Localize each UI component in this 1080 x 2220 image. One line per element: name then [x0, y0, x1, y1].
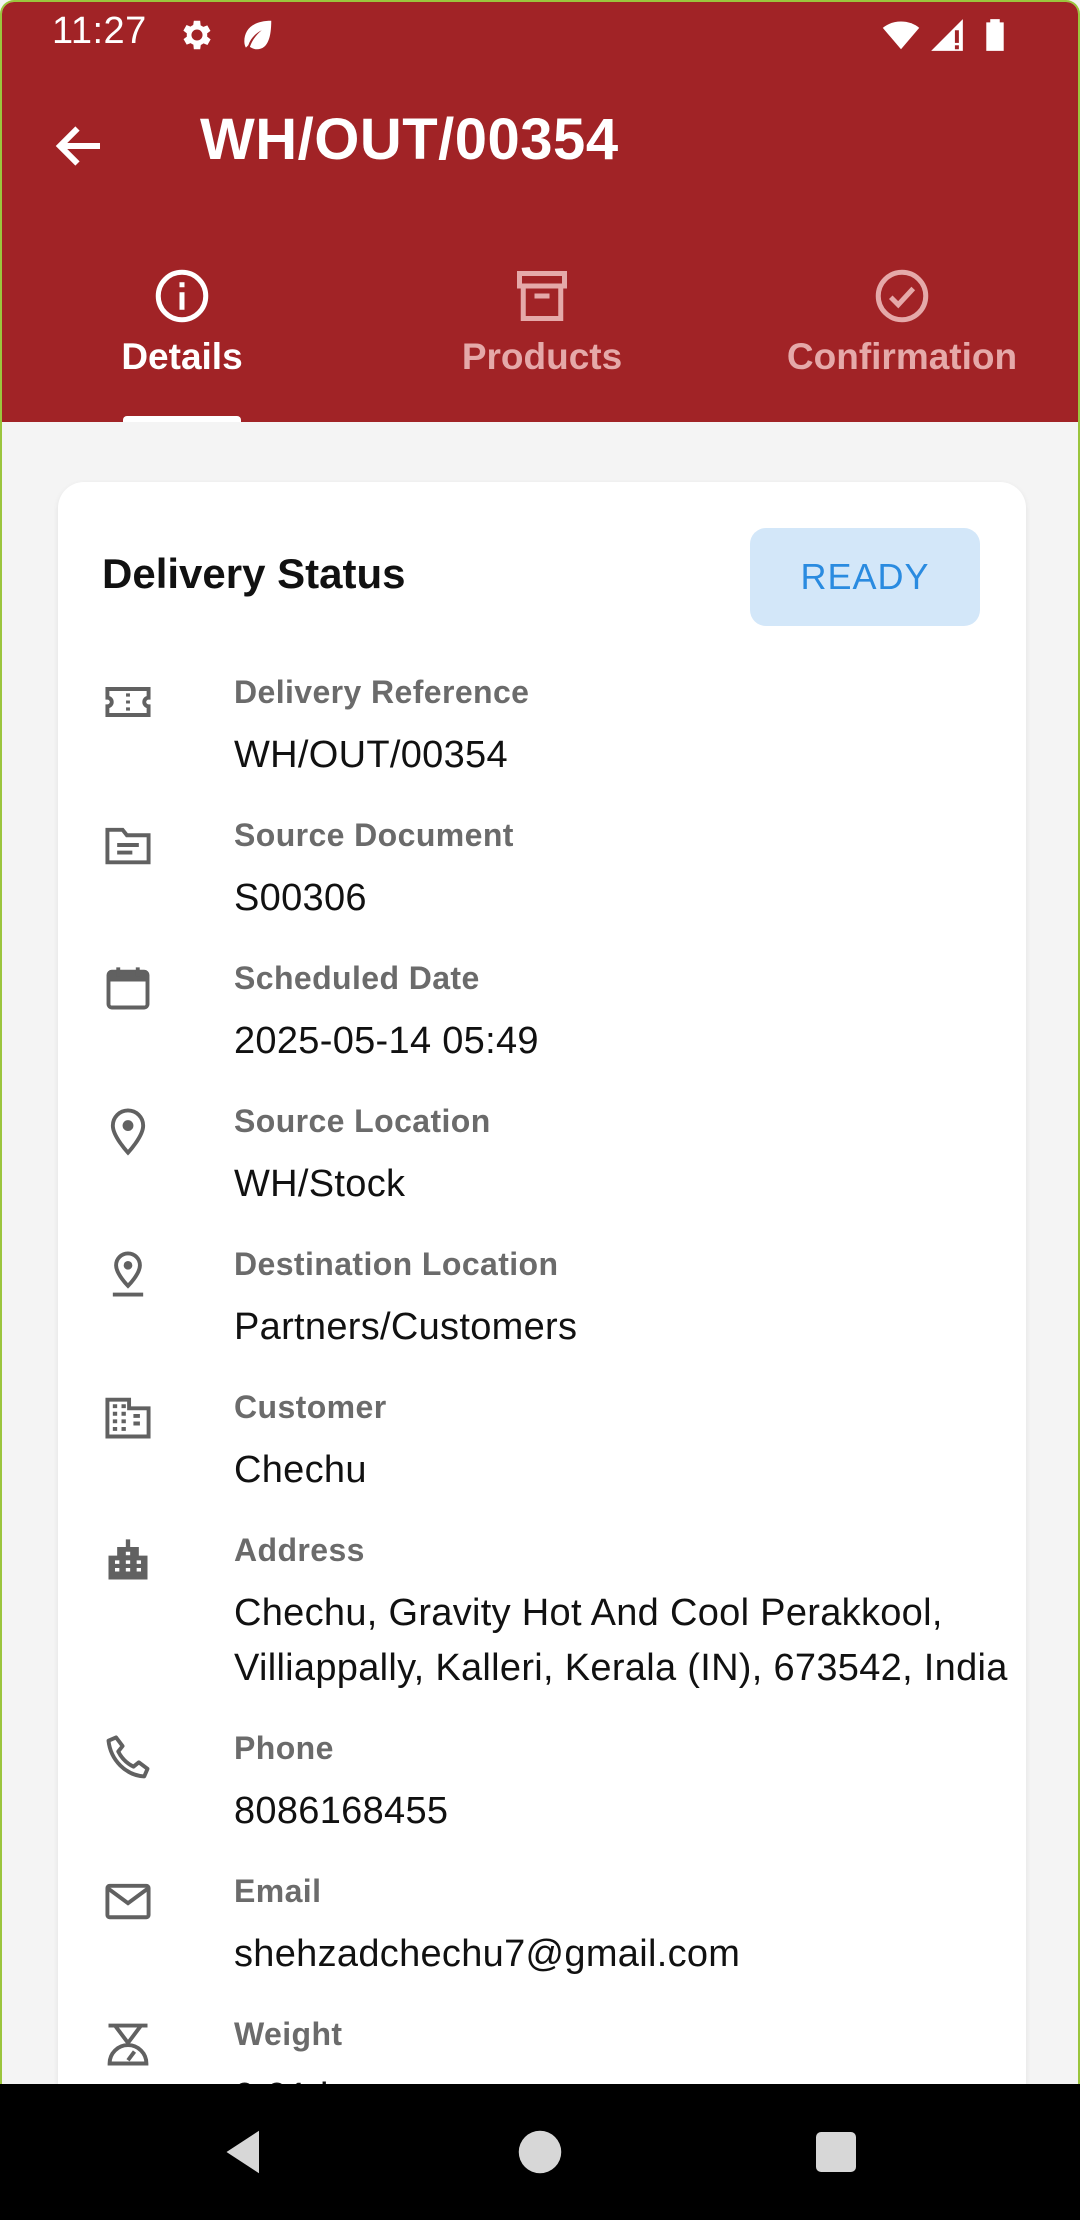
field-value: WH/OUT/00354 — [234, 734, 508, 776]
system-navigation-bar — [0, 2084, 1080, 2220]
folder-document-icon — [105, 827, 151, 865]
card-title: Delivery Status — [102, 550, 406, 597]
field-value: Partners/Customers — [234, 1306, 578, 1348]
field-label: Source Document — [234, 817, 514, 853]
ticket-icon — [105, 687, 151, 717]
mail-icon — [105, 1883, 151, 1920]
field-value: WH/Stock — [234, 1163, 406, 1205]
nav-back-icon[interactable] — [214, 2122, 274, 2182]
wifi-icon — [882, 21, 920, 50]
field-label: Customer — [234, 1389, 387, 1425]
scale-icon — [107, 2023, 149, 2066]
field-label: Weight — [234, 2016, 343, 2052]
tab-label: Details — [121, 336, 243, 377]
back-arrow-icon[interactable] — [50, 116, 110, 176]
field-value: 8086168455 — [234, 1790, 449, 1832]
location-pin-icon — [110, 1108, 146, 1156]
tab-confirmation[interactable]: Confirmation — [722, 258, 1078, 422]
field-value: shehzadchechu7@gmail.com — [234, 1933, 741, 1975]
field-label: Scheduled Date — [234, 960, 480, 996]
signal-icon — [931, 19, 963, 51]
tab-label: Confirmation — [786, 336, 1018, 377]
battery-icon — [986, 19, 1004, 51]
apartment-icon — [108, 1539, 148, 1580]
tab-details[interactable]: Details — [2, 258, 362, 422]
app-frame: 11:27 WH/OUT/00354 Details Products Conf… — [0, 0, 1080, 2084]
nav-recents-icon[interactable] — [806, 2122, 866, 2182]
field-value: Chechu, Gravity Hot And Cool Perakkool, … — [234, 1592, 1008, 1689]
tab-indicator — [123, 416, 241, 422]
archive-box-icon — [517, 271, 567, 321]
pin-drop-icon — [112, 1251, 144, 1297]
field-value: S00306 — [234, 877, 367, 919]
field-label: Source Location — [234, 1103, 491, 1139]
check-circle-icon — [875, 269, 929, 323]
field-value: 0.01 kg — [234, 2070, 1014, 2084]
business-building-icon — [105, 1397, 151, 1439]
status-badge: READY — [750, 528, 980, 626]
field-label: Phone — [234, 1730, 334, 1766]
field-label: Address — [234, 1532, 365, 1568]
settings-icon — [183, 20, 211, 50]
app-bar: 11:27 WH/OUT/00354 Details Products Conf… — [2, 2, 1078, 422]
delivery-status-card: Delivery Status READY Delivery Reference… — [58, 482, 1026, 2084]
field-value: 2025-05-14 05:49 — [234, 1020, 539, 1062]
field-label: Destination Location — [234, 1246, 559, 1282]
field-label: Email — [234, 1873, 322, 1909]
field-value: Chechu — [234, 1449, 367, 1491]
phone-icon — [106, 1735, 150, 1779]
status-time: 11:27 — [52, 10, 147, 52]
info-icon — [155, 269, 209, 323]
page-title: WH/OUT/00354 — [200, 107, 619, 172]
calendar-icon — [106, 967, 150, 1010]
tab-products[interactable]: Products — [362, 258, 722, 422]
status-bar: 11:27 — [2, 2, 1078, 68]
nav-home-icon[interactable] — [510, 2122, 570, 2182]
tab-label: Products — [461, 336, 623, 377]
status-badge-label: READY — [800, 556, 930, 597]
field-label: Delivery Reference — [234, 674, 530, 710]
leaf-icon — [244, 20, 272, 50]
